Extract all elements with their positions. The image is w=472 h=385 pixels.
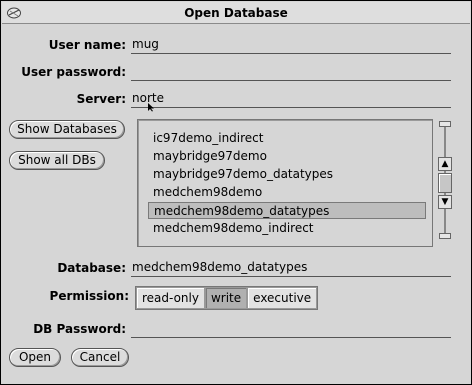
- server-field[interactable]: norte: [131, 90, 451, 108]
- scrollbar-top-cap[interactable]: [439, 121, 451, 127]
- server-label: Server:: [76, 92, 126, 106]
- scrollbar-bottom-cap[interactable]: [439, 233, 451, 239]
- permission-selector: read-only write executive: [135, 286, 319, 310]
- list-item[interactable]: medchem98demo: [152, 184, 262, 201]
- user-password-label: User password:: [21, 65, 126, 79]
- list-item-selected[interactable]: medchem98demo_datatypes: [148, 202, 426, 219]
- cancel-button[interactable]: Cancel: [71, 348, 129, 367]
- scroll-up-arrow-icon[interactable]: ▲: [438, 157, 452, 171]
- user-name-label: User name:: [48, 38, 126, 52]
- permission-read-only[interactable]: read-only: [136, 287, 205, 309]
- list-item[interactable]: maybridge97demo_datatypes: [152, 166, 333, 183]
- list-scrollbar[interactable]: ▲ ▼: [437, 119, 455, 243]
- scroll-down-arrow-icon[interactable]: ▼: [438, 195, 452, 209]
- list-item[interactable]: ic97demo_indirect: [152, 130, 263, 147]
- show-all-dbs-button[interactable]: Show all DBs: [9, 151, 105, 170]
- db-password-label: DB Password:: [33, 322, 126, 336]
- user-password-field[interactable]: [131, 63, 451, 81]
- window-title: Open Database: [184, 6, 288, 20]
- database-field[interactable]: medchem98demo_datatypes: [131, 259, 451, 277]
- user-name-field[interactable]: mug: [131, 36, 451, 54]
- permission-label: Permission:: [49, 289, 129, 303]
- scrollbar-thumb[interactable]: [438, 173, 452, 193]
- open-database-dialog: Open Database User name: mug User passwo…: [0, 0, 472, 385]
- permission-write[interactable]: write: [204, 287, 248, 309]
- open-button[interactable]: Open: [9, 348, 61, 367]
- database-list[interactable]: ic97demo_indirect maybridge97demo maybri…: [137, 119, 433, 247]
- list-item[interactable]: maybridge97demo: [152, 148, 267, 165]
- permission-executive[interactable]: executive: [247, 287, 318, 309]
- db-password-field[interactable]: [131, 320, 451, 338]
- list-item[interactable]: medchem98demo_indirect: [152, 220, 314, 237]
- database-label: Database:: [57, 261, 126, 275]
- show-databases-button[interactable]: Show Databases: [9, 120, 125, 139]
- title-bar[interactable]: Open Database: [2, 2, 470, 24]
- window-menu-icon[interactable]: [6, 5, 22, 21]
- mouse-pointer-icon: [148, 103, 154, 112]
